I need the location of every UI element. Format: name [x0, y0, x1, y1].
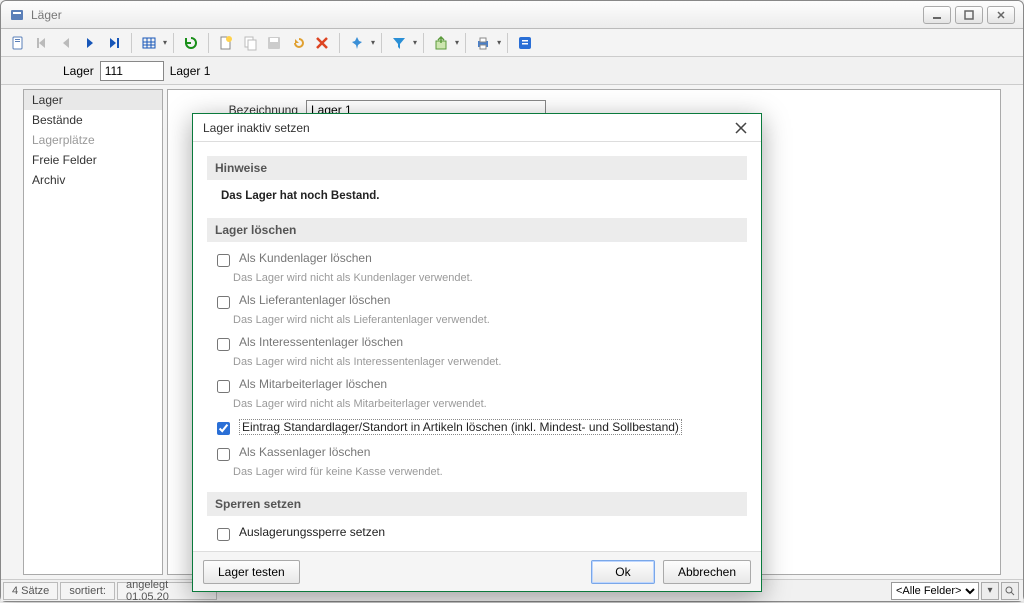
- lager-name: Lager 1: [170, 64, 211, 78]
- btn-lager-testen[interactable]: Lager testen: [203, 560, 300, 584]
- tb-filter-icon[interactable]: [388, 32, 410, 54]
- lbl-lieferantenlager: Als Lieferantenlager löschen: [239, 293, 390, 307]
- separator: [381, 33, 382, 53]
- lager-label: Lager: [63, 64, 94, 78]
- tb-copy-icon[interactable]: [239, 32, 261, 54]
- opt-standardlager: Eintrag Standardlager/Standort in Artike…: [207, 416, 747, 438]
- lbl-kundenlager: Als Kundenlager löschen: [239, 251, 372, 265]
- chk-kassenlager[interactable]: [217, 448, 230, 461]
- status-filter-select[interactable]: <Alle Felder>: [891, 582, 979, 600]
- tb-last-icon[interactable]: [103, 32, 125, 54]
- chk-standardlager[interactable]: [217, 422, 230, 435]
- app-icon: [9, 7, 25, 23]
- lbl-standardlager: Eintrag Standardlager/Standort in Artike…: [239, 419, 682, 435]
- lbl-kassenlager: Als Kassenlager löschen: [239, 445, 370, 459]
- sidenav-lagerplaetze[interactable]: Lagerplätze: [24, 130, 162, 150]
- tb-grid-icon[interactable]: [138, 32, 160, 54]
- btn-ok[interactable]: Ok: [591, 560, 655, 584]
- tb-delete-icon[interactable]: [311, 32, 333, 54]
- sidenav-lager[interactable]: Lager: [24, 90, 162, 110]
- status-dropdown-btn[interactable]: ▾: [981, 582, 999, 600]
- titlebar: Läger: [1, 1, 1023, 29]
- tb-new-icon[interactable]: [215, 32, 237, 54]
- tb-help-icon[interactable]: [514, 32, 536, 54]
- separator: [173, 33, 174, 53]
- opt-auslagerung: Auslagerungssperre setzen: [207, 522, 747, 544]
- lbl-mitarbeiterlager: Als Mitarbeiterlager löschen: [239, 377, 387, 391]
- window-buttons: [923, 6, 1015, 24]
- dropdown-icon[interactable]: ▾: [497, 38, 501, 47]
- minimize-button[interactable]: [923, 6, 951, 24]
- opt-mitarbeiterlager: Als Mitarbeiterlager löschen: [207, 374, 747, 396]
- chk-mitarbeiterlager[interactable]: [217, 380, 230, 393]
- tb-next-icon[interactable]: [79, 32, 101, 54]
- opt-kundenlager: Als Kundenlager löschen: [207, 248, 747, 270]
- lager-id-input[interactable]: [100, 61, 164, 81]
- dropdown-icon[interactable]: ▾: [455, 38, 459, 47]
- lbl-interessentenlager: Als Interessentenlager löschen: [239, 335, 403, 349]
- status-sort: sortiert:: [60, 582, 115, 600]
- sub-interessentenlager: Das Lager wird nicht als Interessentenla…: [207, 354, 747, 374]
- close-button[interactable]: [987, 6, 1015, 24]
- hinweis-text: Das Lager hat noch Bestand.: [207, 180, 747, 214]
- tb-undo-icon[interactable]: [287, 32, 309, 54]
- modal-title-text: Lager inaktiv setzen: [203, 121, 310, 135]
- tb-first-icon[interactable]: [31, 32, 53, 54]
- tb-refresh-icon[interactable]: [180, 32, 202, 54]
- chk-interessentenlager[interactable]: [217, 338, 230, 351]
- tb-save-icon[interactable]: [263, 32, 285, 54]
- tb-pin-icon[interactable]: [346, 32, 368, 54]
- chk-kundenlager[interactable]: [217, 254, 230, 267]
- separator: [131, 33, 132, 53]
- opt-kassenlager: Als Kassenlager löschen: [207, 442, 747, 464]
- separator: [423, 33, 424, 53]
- lbl-auslagerung: Auslagerungssperre setzen: [239, 525, 385, 539]
- btn-abbrechen[interactable]: Abbrechen: [663, 560, 751, 584]
- sidenav-bestaende[interactable]: Bestände: [24, 110, 162, 130]
- separator: [339, 33, 340, 53]
- opt-interessentenlager: Als Interessentenlager löschen: [207, 332, 747, 354]
- sub-kundenlager: Das Lager wird nicht als Kundenlager ver…: [207, 270, 747, 290]
- sub-kassenlager: Das Lager wird für keine Kasse verwendet…: [207, 464, 747, 484]
- header-row: Lager Lager 1: [1, 57, 1023, 85]
- tb-doc-icon[interactable]: [7, 32, 29, 54]
- chk-auslagerung[interactable]: [217, 528, 230, 541]
- window-title: Läger: [31, 8, 923, 22]
- dropdown-icon[interactable]: ▾: [413, 38, 417, 47]
- modal-titlebar: Lager inaktiv setzen: [193, 114, 761, 142]
- section-loeschen: Lager löschen: [207, 218, 747, 242]
- sub-lieferantenlager: Das Lager wird nicht als Lieferantenlage…: [207, 312, 747, 332]
- maximize-button[interactable]: [955, 6, 983, 24]
- app-window: Läger ▾ ▾ ▾ ▾ ▾: [0, 0, 1024, 602]
- dropdown-icon[interactable]: ▾: [163, 38, 167, 47]
- status-search-btn[interactable]: [1001, 582, 1019, 600]
- separator: [465, 33, 466, 53]
- tb-export-icon[interactable]: [430, 32, 452, 54]
- status-filter: <Alle Felder> ▾: [891, 582, 1023, 600]
- tb-print-icon[interactable]: [472, 32, 494, 54]
- chk-lieferantenlager[interactable]: [217, 296, 230, 309]
- sub-mitarbeiterlager: Das Lager wird nicht als Mitarbeiterlage…: [207, 396, 747, 416]
- modal-close-button[interactable]: [731, 118, 751, 138]
- modal-footer: Lager testen Ok Abbrechen: [193, 551, 761, 591]
- modal-lager-inaktiv: Lager inaktiv setzen Hinweise Das Lager …: [192, 113, 762, 592]
- status-count: 4 Sätze: [3, 582, 58, 600]
- sidenav-freie-felder[interactable]: Freie Felder: [24, 150, 162, 170]
- opt-lieferantenlager: Als Lieferantenlager löschen: [207, 290, 747, 312]
- separator: [507, 33, 508, 53]
- separator: [208, 33, 209, 53]
- section-sperren: Sperren setzen: [207, 492, 747, 516]
- modal-body: Hinweise Das Lager hat noch Bestand. Lag…: [193, 142, 761, 551]
- tb-prev-icon[interactable]: [55, 32, 77, 54]
- section-hinweise: Hinweise: [207, 156, 747, 180]
- sidenav: Lager Bestände Lagerplätze Freie Felder …: [23, 89, 163, 575]
- dropdown-icon[interactable]: ▾: [371, 38, 375, 47]
- sidenav-archiv[interactable]: Archiv: [24, 170, 162, 190]
- toolbar: ▾ ▾ ▾ ▾ ▾: [1, 29, 1023, 57]
